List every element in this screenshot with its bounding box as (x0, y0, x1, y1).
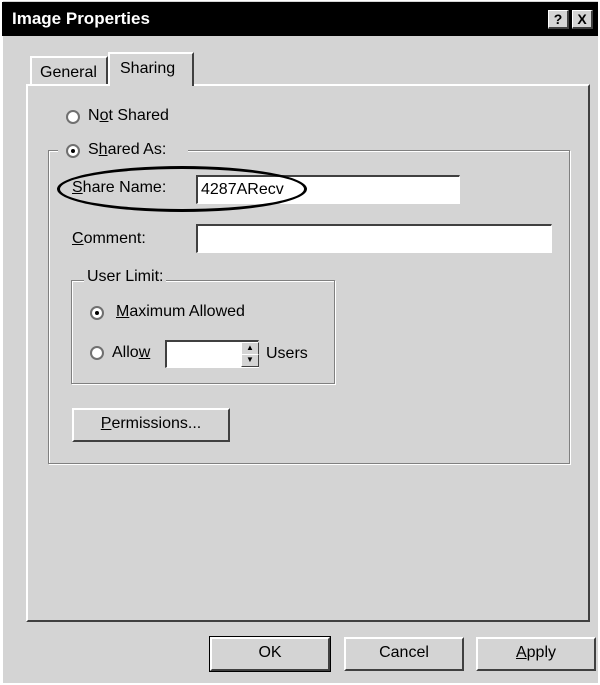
maximum-allowed-label: Maximum Allowed (116, 303, 245, 320)
allow-label: Allow (112, 344, 151, 361)
user-limit-label: User Limit: (84, 268, 167, 286)
apply-button[interactable]: Apply (476, 637, 596, 671)
tab-sharing[interactable]: Sharing (108, 52, 194, 86)
maximum-allowed-radio[interactable] (90, 306, 104, 320)
not-shared-radio[interactable] (66, 110, 80, 124)
shared-as-radio[interactable] (66, 144, 80, 158)
permissions-button-label: Permissions... (100, 415, 202, 432)
ok-button[interactable]: OK (209, 636, 331, 672)
cancel-button[interactable]: Cancel (344, 637, 464, 671)
close-button[interactable]: X (572, 10, 593, 29)
title-bar: Image Properties ? X (2, 2, 598, 36)
tab-general-label: General (40, 64, 97, 81)
spin-down-button[interactable]: ▼ (241, 354, 259, 367)
comment-label: Comment: (72, 230, 146, 247)
not-shared-label: Not Shared (88, 107, 169, 124)
comment-input[interactable] (198, 226, 551, 252)
users-label: Users (266, 345, 308, 362)
help-button[interactable]: ? (548, 10, 569, 29)
permissions-button[interactable]: Permissions... (72, 408, 230, 442)
tab-general[interactable]: General (30, 56, 108, 84)
shared-as-label: Shared As: (88, 141, 167, 158)
comment-field[interactable] (196, 224, 552, 253)
allow-radio[interactable] (90, 346, 104, 360)
tab-sharing-label: Sharing (120, 60, 176, 77)
apply-button-label: Apply (515, 644, 557, 661)
user-limit-group (71, 280, 335, 384)
highlight-ellipse (57, 166, 307, 212)
window-title: Image Properties (12, 9, 150, 28)
